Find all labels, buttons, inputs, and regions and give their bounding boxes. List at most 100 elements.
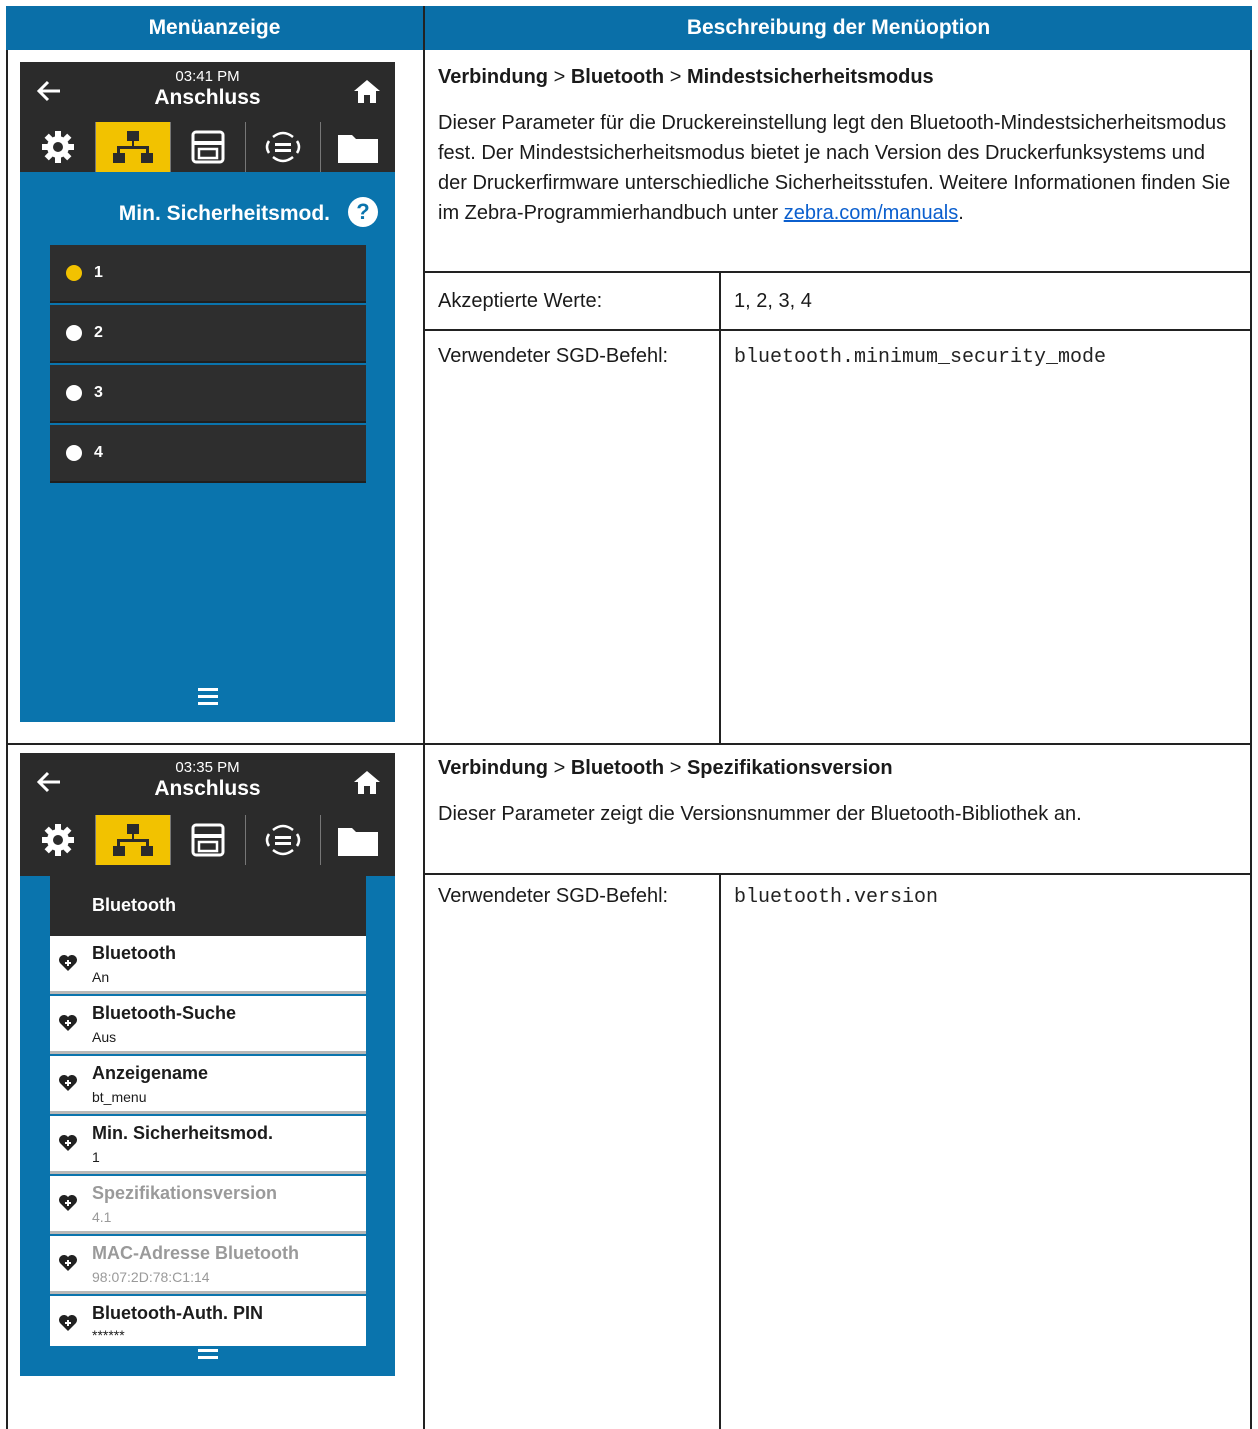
breadcrumb-separator: > xyxy=(669,66,682,88)
list-item[interactable]: Min. Sicherheitsmod. 1 xyxy=(50,1116,366,1174)
tab-storage[interactable] xyxy=(320,122,395,172)
favorite-add-icon xyxy=(59,1315,77,1331)
screen-title: Anschluss xyxy=(154,777,261,800)
description-end: . xyxy=(958,202,964,224)
list-title: Bluetooth xyxy=(92,895,176,915)
breadcrumb-spec-version: Verbindung > Bluetooth > Spezifikationsv… xyxy=(438,753,1238,783)
tab-print[interactable] xyxy=(170,815,245,865)
option-row[interactable]: 4 xyxy=(50,425,366,483)
option-row[interactable]: 3 xyxy=(50,365,366,423)
favorite-add-icon xyxy=(59,1135,77,1151)
list-header: Bluetooth xyxy=(50,876,366,936)
option-label: 2 xyxy=(94,324,103,341)
radio-icon xyxy=(66,385,82,401)
screen-tab-bar xyxy=(20,122,395,172)
radio-selected-icon xyxy=(66,265,82,281)
description-spec-version: Dieser Parameter zeigt die Versionsnumme… xyxy=(438,803,1082,825)
breadcrumb-item: Verbindung xyxy=(438,66,548,88)
printer-icon xyxy=(191,823,225,857)
sgd-label: Verwendeter SGD-Befehl: xyxy=(438,885,669,907)
breadcrumb-item: Spezifikationsversion xyxy=(686,757,893,779)
item-value: Aus xyxy=(92,1029,117,1045)
item-value: 4.1 xyxy=(92,1209,112,1225)
tab-settings[interactable] xyxy=(20,815,95,865)
row1-inner-column xyxy=(719,271,721,744)
list-item[interactable]: Bluetooth-Auth. PIN ****** xyxy=(50,1296,366,1346)
favorite-add-icon xyxy=(59,1075,77,1091)
subheader-title: Min. Sicherheitsmod. xyxy=(118,202,330,225)
list-item[interactable]: Anzeigename bt_menu xyxy=(50,1056,366,1114)
hamburger-menu-icon[interactable] xyxy=(20,1340,395,1360)
tab-settings[interactable] xyxy=(20,122,95,172)
option-row[interactable]: 1 xyxy=(50,245,366,303)
item-name: MAC-Adresse Bluetooth xyxy=(92,1243,300,1263)
option-row[interactable]: 2 xyxy=(50,305,366,363)
folder-icon xyxy=(338,828,378,856)
description-min-security: Dieser Parameter für die Druckereinstell… xyxy=(438,108,1238,228)
breadcrumb-separator: > xyxy=(669,757,682,779)
table-border-left xyxy=(6,50,8,1429)
breadcrumb-item: Bluetooth xyxy=(570,757,665,779)
item-name: Bluetooth-Suche xyxy=(92,1003,236,1023)
breadcrumb-min-security: Verbindung > Bluetooth > Mindestsicherhe… xyxy=(438,62,1238,92)
sensor-icon xyxy=(265,824,301,856)
screen-time: 03:35 PM xyxy=(175,759,240,776)
manuals-link[interactable]: zebra.com/manuals xyxy=(784,202,959,224)
row1-inner-line-1 xyxy=(425,271,1252,273)
tab-connection[interactable] xyxy=(95,815,170,865)
help-icon[interactable]: ? xyxy=(348,197,378,227)
item-name: Min. Sicherheitsmod. xyxy=(92,1123,274,1143)
sgd-label: Verwendeter SGD-Befehl: xyxy=(438,345,669,367)
printer-icon xyxy=(191,130,225,164)
sensor-icon xyxy=(265,131,301,163)
tab-storage[interactable] xyxy=(320,815,395,865)
list-item-readonly: MAC-Adresse Bluetooth 98:07:2D:78:C1:14 xyxy=(50,1236,366,1294)
hamburger-menu-icon[interactable] xyxy=(20,686,395,706)
tab-sensors[interactable] xyxy=(245,815,320,865)
option-label: 4 xyxy=(94,444,103,461)
tab-connection[interactable] xyxy=(95,122,170,172)
accepted-values-label: Akzeptierte Werte: xyxy=(438,290,603,312)
row1-inner-line-2 xyxy=(425,329,1252,331)
row2-inner-line xyxy=(425,873,1252,875)
favorite-add-icon xyxy=(59,1255,77,1271)
breadcrumb-item: Mindestsicherheitsmodus xyxy=(686,66,934,88)
screen-time: 03:41 PM xyxy=(175,68,240,85)
screen-topbar: 03:41 PM Anschluss xyxy=(20,62,395,122)
column-header-description: Beschreibung der Menüoption xyxy=(425,6,1252,50)
item-value: An xyxy=(92,969,110,985)
printer-screen-min-security: 03:41 PM Anschluss Min. Sicherheitsmod. … xyxy=(20,62,395,722)
table-border-right xyxy=(1250,50,1252,1429)
item-name: Bluetooth xyxy=(92,943,176,963)
tab-sensors[interactable] xyxy=(245,122,320,172)
screen-tab-bar xyxy=(20,815,395,865)
network-icon xyxy=(113,131,153,163)
home-icon[interactable] xyxy=(353,769,381,795)
sgd-command: bluetooth.minimum_security_mode xyxy=(734,346,1107,369)
item-value: bt_menu xyxy=(92,1089,147,1105)
home-icon[interactable] xyxy=(353,78,381,104)
item-name: Spezifikationsversion xyxy=(92,1183,278,1203)
screen-subheader: Min. Sicherheitsmod. ? xyxy=(20,172,395,252)
tab-print[interactable] xyxy=(170,122,245,172)
sgd-command: bluetooth.version xyxy=(734,886,939,909)
screen-topbar: 03:35 PM Anschluss xyxy=(20,753,395,813)
breadcrumb-item: Verbindung xyxy=(438,757,548,779)
option-label: 1 xyxy=(94,264,103,281)
item-name: Anzeigename xyxy=(92,1063,209,1083)
accepted-values: 1, 2, 3, 4 xyxy=(734,290,812,312)
list-item[interactable]: Bluetooth-Suche Aus xyxy=(50,996,366,1054)
favorite-add-icon xyxy=(59,1195,77,1211)
gear-icon xyxy=(41,824,74,856)
breadcrumb-separator: > xyxy=(553,757,566,779)
option-label: 3 xyxy=(94,384,103,401)
network-icon xyxy=(113,824,153,856)
screen-title: Anschluss xyxy=(154,86,261,109)
breadcrumb-separator: > xyxy=(553,66,566,88)
item-name: Bluetooth-Auth. PIN xyxy=(92,1303,263,1323)
bluetooth-list-panel: Bluetooth Bluetooth An Bluetooth-Suche A… xyxy=(20,876,395,1376)
list-item[interactable]: Bluetooth An xyxy=(50,936,366,994)
row-separator xyxy=(6,743,1252,745)
breadcrumb-item: Bluetooth xyxy=(570,66,665,88)
item-value: 1 xyxy=(92,1149,100,1165)
